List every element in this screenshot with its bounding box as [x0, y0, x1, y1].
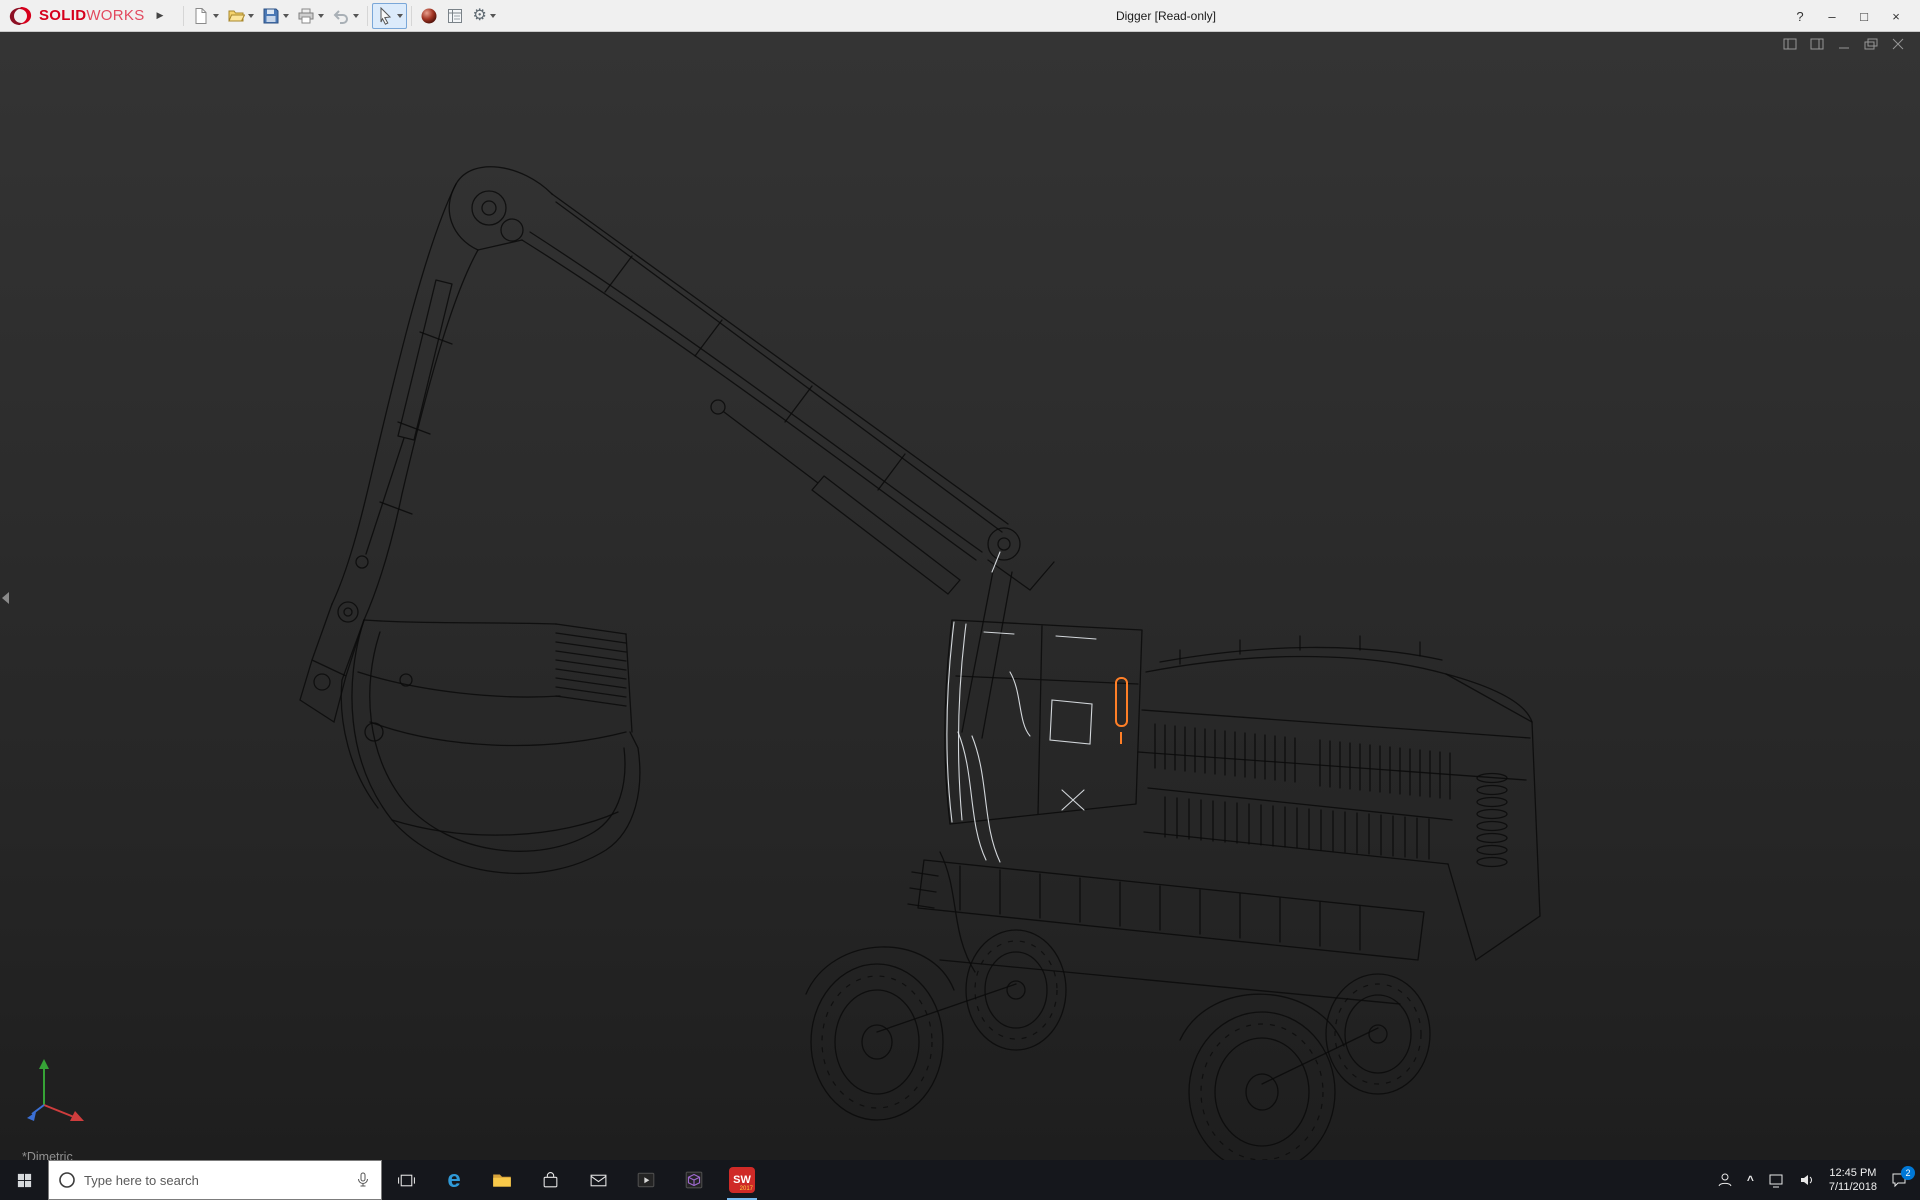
edge-button[interactable]: e — [430, 1160, 478, 1200]
open-button[interactable] — [223, 3, 258, 29]
dropdown-caret[interactable] — [213, 14, 219, 18]
open-folder-icon — [227, 7, 245, 25]
undo-button[interactable] — [328, 3, 363, 29]
wireframe-highlight-edges — [947, 552, 1096, 862]
save-icon — [262, 7, 280, 25]
document-window-controls — [1782, 37, 1906, 51]
menu-expand-button[interactable]: ▶ — [151, 6, 170, 25]
task-view-button[interactable] — [382, 1160, 430, 1200]
triad-x-axis — [44, 1105, 84, 1121]
dropdown-caret[interactable] — [318, 14, 324, 18]
dropdown-caret[interactable] — [353, 14, 359, 18]
wireframe-edges — [300, 167, 1540, 1160]
speaker-icon — [1798, 1171, 1816, 1189]
network-button[interactable] — [1767, 1171, 1785, 1189]
task-view-icon — [397, 1171, 416, 1190]
solidworks-app-label: SW — [733, 1174, 751, 1186]
properties-button[interactable] — [442, 3, 468, 29]
document-title: Digger [Read-only] — [1116, 9, 1216, 23]
print-button[interactable] — [293, 3, 328, 29]
microphone-icon — [354, 1171, 372, 1189]
new-document-icon — [192, 7, 210, 25]
help-button[interactable]: ? — [1786, 3, 1814, 29]
file-explorer-icon — [491, 1170, 513, 1190]
network-display-icon — [1767, 1171, 1785, 1189]
undo-icon — [332, 7, 350, 25]
dropdown-caret[interactable] — [397, 14, 403, 18]
mail-button[interactable] — [574, 1160, 622, 1200]
search-input[interactable] — [84, 1173, 346, 1188]
chevron-up-icon: ^ — [1747, 1173, 1754, 1187]
brand-name: SOLIDWORKS — [39, 7, 145, 24]
solidworks-app-icon: SW 2017 — [729, 1167, 755, 1193]
notification-badge: 2 — [1901, 1166, 1915, 1180]
3d-viewer-button[interactable] — [670, 1160, 718, 1200]
feature-panel-collapse-arrow[interactable] — [2, 592, 9, 604]
view-orientation-label: *Dimetric — [22, 1150, 73, 1160]
dropdown-caret[interactable] — [283, 14, 289, 18]
window-controls: ? – □ × — [1786, 0, 1910, 32]
doc-restore-icon[interactable] — [1863, 37, 1879, 51]
dropdown-caret[interactable] — [248, 14, 254, 18]
app-titlebar: SOLIDWORKS ▶ — [0, 0, 1920, 32]
panel-right-icon[interactable] — [1809, 37, 1825, 51]
action-center-button[interactable]: 2 — [1890, 1171, 1908, 1189]
selected-part-highlight — [1116, 678, 1127, 744]
3d-cube-icon — [684, 1170, 704, 1190]
store-bag-icon — [541, 1171, 560, 1190]
clock[interactable]: 12:45 PM 7/11/2018 — [1829, 1166, 1877, 1195]
microphone-button[interactable] — [354, 1171, 372, 1189]
tray-overflow-button[interactable]: ^ — [1747, 1173, 1754, 1187]
video-app-button[interactable] — [622, 1160, 670, 1200]
toolbar-separator — [411, 6, 412, 26]
toolbar-separator — [183, 6, 184, 26]
mail-icon — [589, 1172, 608, 1189]
new-document-button[interactable] — [188, 3, 223, 29]
store-button[interactable] — [526, 1160, 574, 1200]
triad-y-axis — [39, 1059, 49, 1105]
select-arrow-icon — [376, 7, 394, 25]
windows-logo-icon — [16, 1172, 33, 1189]
edge-icon: e — [447, 1168, 460, 1192]
solidworks-logo-icon — [8, 5, 34, 27]
desktop-screen: SOLIDWORKS ▶ — [0, 0, 1920, 1200]
tray-date: 7/11/2018 — [1829, 1180, 1877, 1194]
doc-close-icon[interactable] — [1890, 37, 1906, 51]
start-button[interactable] — [0, 1160, 48, 1200]
save-button[interactable] — [258, 3, 293, 29]
solidworks-app-year: 2017 — [740, 1186, 753, 1192]
volume-button[interactable] — [1798, 1171, 1816, 1189]
options-button[interactable]: ⚙ — [468, 3, 499, 29]
display-sphere-icon — [420, 7, 438, 25]
minimize-button[interactable]: – — [1818, 3, 1846, 29]
video-app-icon — [636, 1170, 656, 1190]
solidworks-app-button[interactable]: SW 2017 — [718, 1160, 766, 1200]
triad-z-axis — [27, 1105, 44, 1121]
quick-access-toolbar: ⚙ — [179, 0, 499, 32]
system-tray: ^ 12:45 PM 7/11/2018 — [1716, 1160, 1920, 1200]
windows-taskbar: e — [0, 1160, 1920, 1200]
graphics-viewport[interactable]: *Dimetric — [0, 32, 1920, 1160]
gear-icon: ⚙ — [472, 8, 486, 24]
people-button[interactable] — [1716, 1171, 1734, 1189]
select-tool-button[interactable] — [372, 3, 407, 29]
toolbar-separator — [367, 6, 368, 26]
maximize-button[interactable]: □ — [1850, 3, 1878, 29]
display-style-button[interactable] — [416, 3, 442, 29]
properties-icon — [446, 7, 464, 25]
panel-left-icon[interactable] — [1782, 37, 1798, 51]
taskbar-search[interactable] — [48, 1160, 382, 1200]
solidworks-brand: SOLIDWORKS — [0, 5, 151, 27]
close-button[interactable]: × — [1882, 3, 1910, 29]
orientation-triad[interactable] — [24, 1047, 94, 1132]
file-explorer-button[interactable] — [478, 1160, 526, 1200]
cortana-circle-icon — [58, 1171, 76, 1189]
excavator-wireframe-model — [0, 32, 1920, 1160]
tray-time: 12:45 PM — [1829, 1166, 1877, 1180]
doc-minimize-icon[interactable] — [1836, 37, 1852, 51]
people-icon — [1716, 1171, 1734, 1189]
print-icon — [297, 7, 315, 25]
dropdown-caret[interactable] — [490, 14, 496, 18]
